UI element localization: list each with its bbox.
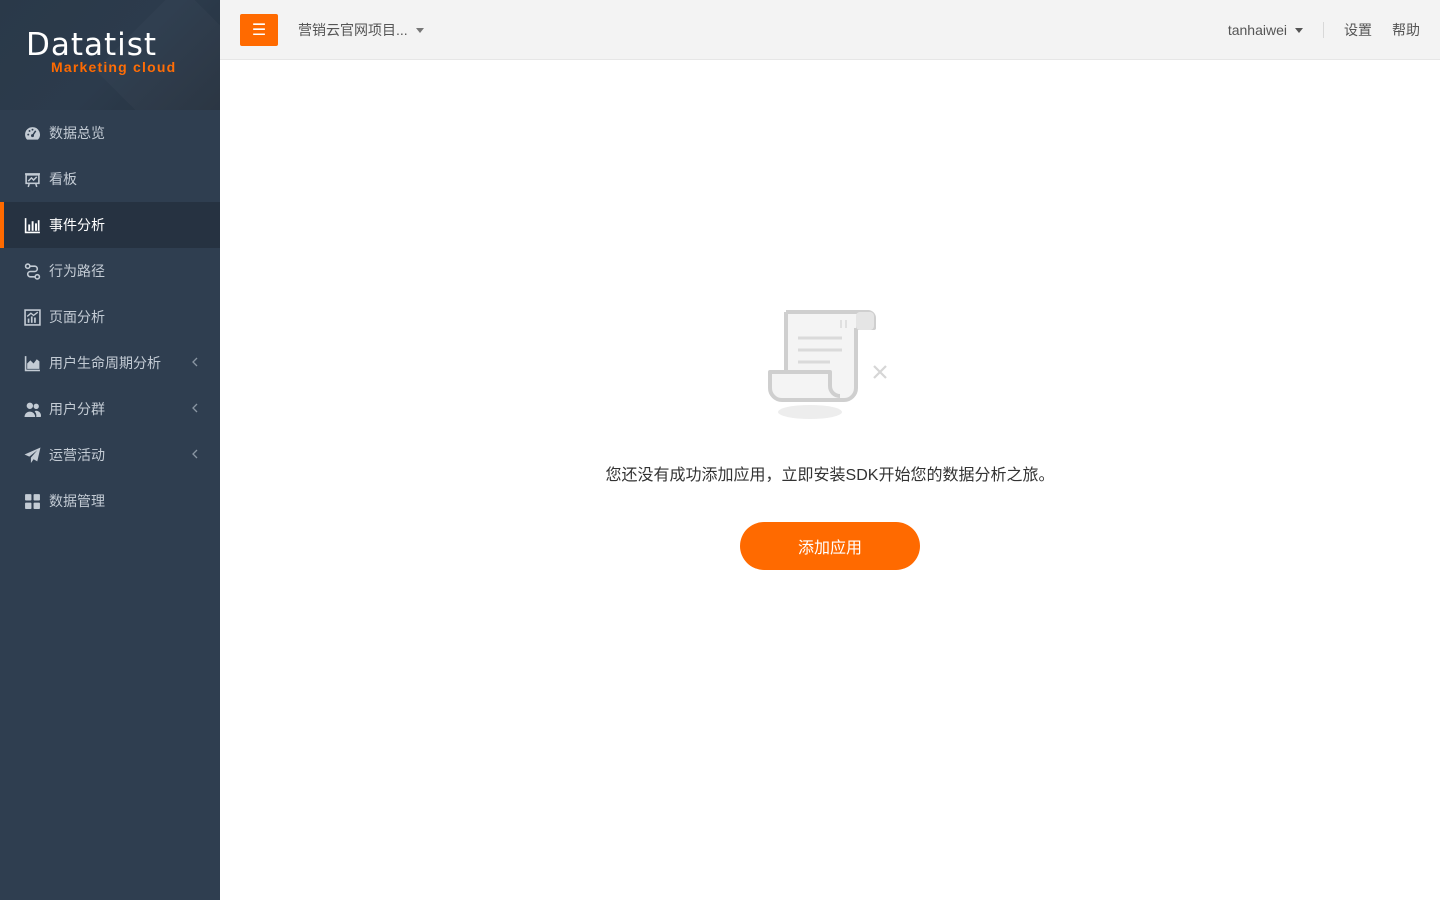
chevron-left-icon xyxy=(192,449,198,459)
help-link[interactable]: 帮助 xyxy=(1392,20,1420,40)
hamburger-icon: ☰ xyxy=(251,22,267,39)
path-icon xyxy=(24,262,41,280)
menu-toggle-button[interactable]: ☰ xyxy=(240,14,278,46)
paper-plane-icon xyxy=(24,447,41,464)
settings-link[interactable]: 设置 xyxy=(1344,20,1372,40)
sidebar-item-board[interactable]: 看板 xyxy=(0,156,220,202)
sidebar-item-data-management[interactable]: 数据管理 xyxy=(0,478,220,524)
brand-name: Datatist xyxy=(26,27,158,63)
caret-down-icon xyxy=(1295,27,1303,33)
sidebar-item-behavior-path[interactable]: 行为路径 xyxy=(0,248,220,294)
sidebar-item-page-analysis[interactable]: 页面分析 xyxy=(0,294,220,340)
sidebar-item-label: 数据总览 xyxy=(49,125,105,141)
top-header: ☰ 营销云官网项目... tanhaiwei 设置 帮助 xyxy=(220,0,1440,60)
sidebar-item-label: 数据管理 xyxy=(49,493,105,509)
sidebar-item-data-overview[interactable]: 数据总览 xyxy=(0,110,220,156)
header-actions: tanhaiwei 设置 帮助 xyxy=(1228,20,1420,40)
sidebar-item-label: 用户生命周期分析 xyxy=(49,355,161,371)
presentation-board-icon xyxy=(24,171,41,188)
header-divider xyxy=(1323,22,1324,38)
sidebar-item-label: 行为路径 xyxy=(49,263,105,279)
sidebar-item-label: 用户分群 xyxy=(49,401,105,417)
empty-document-icon xyxy=(768,310,887,419)
grid-icon xyxy=(24,493,41,510)
dashboard-icon xyxy=(24,125,41,142)
project-selector[interactable]: 营销云官网项目... xyxy=(298,20,424,40)
chevron-left-icon xyxy=(192,357,198,367)
sidebar-item-operations[interactable]: 运营活动 xyxy=(0,432,220,478)
empty-state-message: 您还没有成功添加应用，立即安装SDK开始您的数据分析之旅。 xyxy=(605,467,1055,484)
area-chart-icon xyxy=(24,308,41,326)
users-icon xyxy=(24,401,41,418)
sidebar-item-label: 页面分析 xyxy=(49,309,105,325)
brand-logo[interactable]: Datatist Marketing cloud xyxy=(0,0,220,110)
sidebar-item-label: 事件分析 xyxy=(49,217,105,233)
sidebar: Datatist Marketing cloud 数据总览 看板 事件分析 行为… xyxy=(0,0,220,900)
add-app-button[interactable]: 添加应用 xyxy=(740,522,920,570)
sidebar-item-user-segments[interactable]: 用户分群 xyxy=(0,386,220,432)
sidebar-item-label: 看板 xyxy=(49,171,77,187)
bar-chart-icon xyxy=(24,217,41,234)
user-menu[interactable]: tanhaiwei xyxy=(1228,22,1303,38)
sidebar-item-event-analysis[interactable]: 事件分析 xyxy=(0,202,220,248)
brand-subtitle: Marketing cloud xyxy=(51,59,177,75)
caret-down-icon xyxy=(415,27,424,33)
project-name: 营销云官网项目... xyxy=(298,22,408,38)
sidebar-item-lifecycle-analysis[interactable]: 用户生命周期分析 xyxy=(0,340,220,386)
main-content: 您还没有成功添加应用，立即安装SDK开始您的数据分析之旅。 添加应用 xyxy=(220,60,1440,900)
line-area-icon xyxy=(24,355,41,372)
sidebar-nav: 数据总览 看板 事件分析 行为路径 页面分析 用户生命周期分析 用户分群 运营活… xyxy=(0,110,220,524)
sidebar-item-label: 运营活动 xyxy=(49,447,105,463)
chevron-left-icon xyxy=(192,403,198,413)
username: tanhaiwei xyxy=(1227,22,1287,38)
